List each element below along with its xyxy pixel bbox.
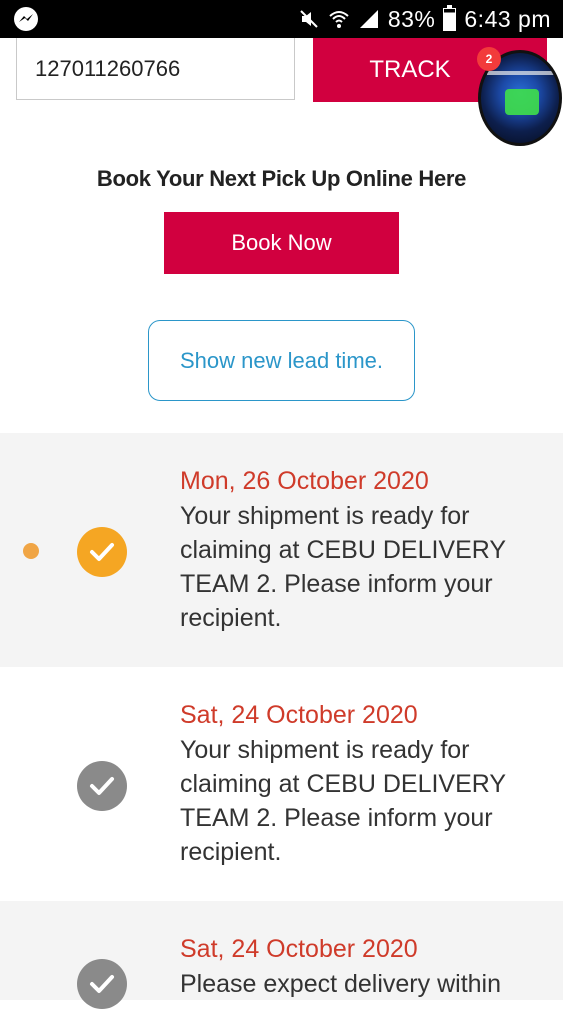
battery-icon	[443, 4, 457, 31]
check-icon	[77, 527, 127, 577]
timeline-event: Sat, 24 October 2020 Please expect deliv…	[0, 901, 563, 1009]
event-description: Your shipment is ready for claiming at C…	[180, 502, 507, 632]
check-icon	[77, 959, 127, 1009]
tracking-number-input[interactable]: 127011260766	[16, 38, 295, 100]
event-description: Your shipment is ready for claiming at C…	[180, 736, 507, 866]
check-icon	[77, 761, 127, 811]
wifi-icon	[328, 8, 350, 30]
event-description: Please expect delivery within	[180, 970, 501, 998]
booking-heading: Book Your Next Pick Up Online Here	[96, 166, 467, 191]
notification-badge: 2	[477, 47, 501, 71]
timeline-event: Mon, 26 October 2020 Your shipment is re…	[0, 433, 563, 667]
signal-icon	[358, 8, 380, 30]
clock: 6:43 pm	[464, 5, 551, 32]
messenger-icon	[14, 7, 38, 31]
battery-percent: 83%	[387, 5, 436, 32]
event-date: Mon, 26 October 2020	[180, 467, 429, 495]
book-now-button[interactable]: Book Now	[164, 212, 399, 274]
show-lead-time-button[interactable]: Show new lead time.	[148, 320, 415, 401]
current-status-dot	[23, 543, 39, 559]
status-bar: 83% 6:43 pm	[0, 0, 563, 38]
mute-icon	[298, 8, 320, 30]
timeline-event: Sat, 24 October 2020 Your shipment is re…	[0, 667, 563, 901]
event-date: Sat, 24 October 2020	[180, 701, 418, 729]
messenger-chat-head[interactable]: 2	[475, 47, 563, 148]
event-date: Sat, 24 October 2020	[180, 935, 418, 963]
